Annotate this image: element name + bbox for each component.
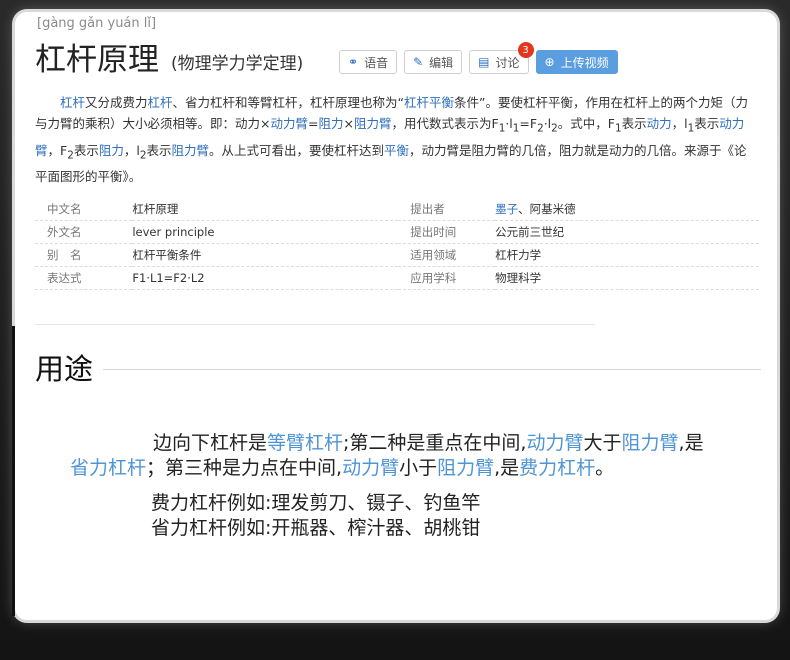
link-resistance-2[interactable]: 阻力 [99,143,124,158]
info-key: 别 名 [35,243,133,267]
example-saving-lever: 省力杠杆例如:开瓶器、榨汁器、胡桃钳 [151,517,481,539]
info-value: F1·L1=F2·L2 [132,266,399,290]
voice-button[interactable]: ⚭ 语音 [339,50,398,74]
info-value: 杠杆平衡条件 [132,243,399,267]
info-box: 中文名 杠杆原理 提出者 墨子、阿基米德 外文名 lever principle… [35,198,759,290]
info-key: 适用领域 [398,243,496,267]
encyclopedia-card: [gàng gǎn yuán lǐ] 杠杆原理 (物理学力学定理) ⚭ 语音 ✎… [15,12,777,620]
info-value: 墨子、阿基米德 [495,198,759,221]
link-resistance[interactable]: 阻力 [318,116,343,131]
info-value: 杠杆力学 [495,243,759,267]
edit-button[interactable]: ✎ 编辑 [404,50,463,74]
info-key: 表达式 [35,266,133,290]
info-key: 应用学科 [398,266,496,290]
usage-line-1: 边向下杠杆是等臂杠杆;第二种是重点在中间,动力臂大于阻力臂,是 [153,432,704,454]
chat-icon: ▤ [478,55,490,69]
divider [35,324,595,325]
usage-line-2: 省力杠杆；第三种是力点在中间,动力臂小于阻力臂,是费力杠杆。 [70,457,615,479]
toolbar: ⚭ 语音 ✎ 编辑 ▤ 讨论 3 ⊕ 上传视频 [339,42,618,74]
link-balance[interactable]: 平衡 [384,143,409,158]
info-row: 外文名 lever principle 提出时间 公元前三世纪 [35,220,759,244]
discuss-count-badge: 3 [517,42,534,58]
link-resistance-arm[interactable]: 阻力臂 [354,116,392,131]
info-key: 提出者 [398,198,496,221]
upload-video-button[interactable]: ⊕ 上传视频 [535,50,618,74]
info-value: 杠杆原理 [132,198,399,221]
left-edge-bar [12,326,15,616]
page-title: 杠杆原理 [35,42,159,78]
pencil-icon: ✎ [413,55,424,69]
info-row: 表达式 F1·L1=F2·L2 应用学科 物理科学 [35,266,759,290]
section-title: 用途 [35,352,94,386]
info-value: 公元前三世纪 [495,220,759,244]
info-key: 中文名 [35,198,133,221]
info-key: 提出时间 [398,220,496,244]
info-key: 外文名 [35,220,133,244]
intro-paragraph: 杠杆又分成费力杠杆、省力杠杆和等臂杠杆，杠杆原理也称为“杠杆平衡条件”。要使杠杆… [35,95,749,184]
example-costly-lever: 费力杠杆例如:理发剪刀、镊子、钓鱼竿 [151,492,481,514]
link-lever-balance[interactable]: 杠杆平衡 [404,95,454,110]
info-value: 物理科学 [495,266,759,290]
discuss-label: 讨论 [495,55,520,70]
discuss-button[interactable]: ▤ 讨论 3 [469,42,534,74]
upload-label: 上传视频 [560,55,609,70]
plus-circle-icon: ⊕ [544,55,555,69]
voice-label: 语音 [364,55,389,70]
link-lever[interactable]: 杠杆 [60,95,85,110]
page-subtitle: (物理学力学定理) [171,54,304,74]
link-resistance-arm-2[interactable]: 阻力臂 [172,143,210,158]
edit-label: 编辑 [429,55,454,70]
pinyin: [gàng gǎn yuán lǐ] [37,16,157,31]
headphones-icon: ⚭ [348,55,359,69]
section-rule [103,368,761,370]
section-header: 用途 [35,346,761,388]
info-row: 别 名 杠杆平衡条件 适用领域 杠杆力学 [35,243,759,267]
link-lever-2[interactable]: 杠杆 [148,95,173,110]
link-mozi[interactable]: 墨子 [495,202,518,216]
title-row: 杠杆原理 (物理学力学定理) [35,40,303,80]
link-power[interactable]: 动力 [647,116,672,131]
link-power-arm[interactable]: 动力臂 [270,116,308,131]
info-value: lever principle [132,220,399,244]
info-row: 中文名 杠杆原理 提出者 墨子、阿基米德 [35,198,759,221]
